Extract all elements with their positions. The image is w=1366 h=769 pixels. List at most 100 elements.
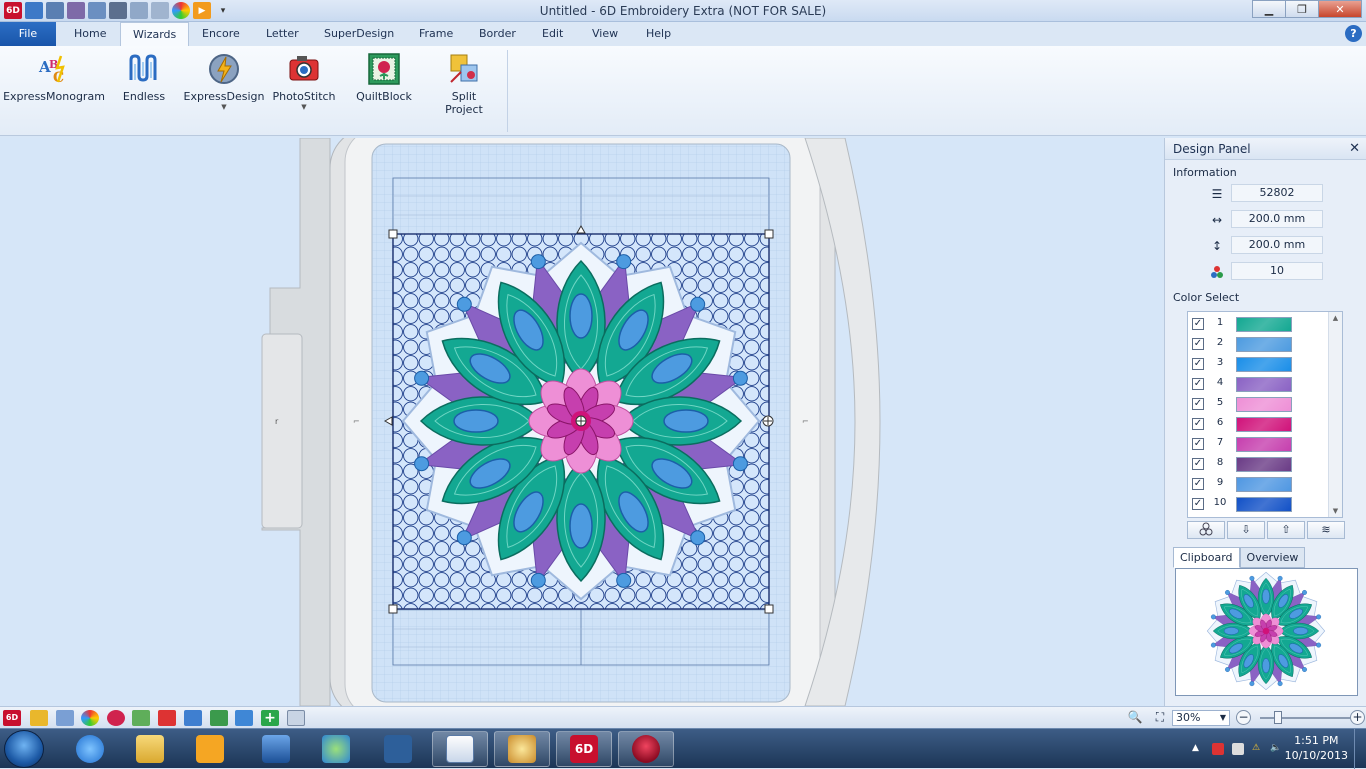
tab-home[interactable]: Home <box>62 22 118 46</box>
restore-button[interactable]: ❐ <box>1285 0 1319 18</box>
zoom-select[interactable]: 30% ▼ <box>1172 710 1230 726</box>
color-checkbox[interactable]: ✓ <box>1192 378 1204 390</box>
app-menu-icon[interactable]: 6D <box>3 710 21 726</box>
color-checkbox[interactable]: ✓ <box>1192 338 1204 350</box>
taskbar-media-player[interactable] <box>182 731 238 767</box>
taskbar-messenger[interactable] <box>308 731 364 767</box>
minimize-button[interactable]: ▁ <box>1252 0 1286 18</box>
design-canvas[interactable]: r ⌐ ⌐ <box>0 138 1162 706</box>
color-row[interactable]: ✓ 2 <box>1188 334 1328 354</box>
add-page-icon[interactable] <box>287 710 305 726</box>
show-desktop-button[interactable] <box>1354 729 1366 769</box>
taskbar-internet-explorer[interactable] <box>62 731 118 767</box>
photostitch-dropdown-icon[interactable]: ▼ <box>301 103 306 111</box>
tab-superdesign[interactable]: SuperDesign <box>312 22 406 46</box>
taskbar-file-explorer[interactable] <box>122 731 178 767</box>
color-row[interactable]: ✓ 8 <box>1188 454 1328 474</box>
color-swatch[interactable] <box>1236 477 1292 492</box>
color-list-scrollbar[interactable]: ▲ ▼ <box>1328 312 1342 517</box>
expressmonogram-button[interactable]: A B C ExpressMonogram <box>3 52 105 103</box>
color-checkbox[interactable]: ✓ <box>1192 438 1204 450</box>
color-swatch[interactable] <box>1236 337 1292 352</box>
zoom-slider-thumb[interactable] <box>1274 711 1282 724</box>
color-swatch[interactable] <box>1236 357 1292 372</box>
move-up-button[interactable]: ⇧ <box>1267 521 1305 539</box>
color-swatch[interactable] <box>1236 317 1292 332</box>
tab-view[interactable]: View <box>580 22 630 46</box>
tray-network-icon[interactable]: ⚠ <box>1252 743 1264 755</box>
tab-file[interactable]: File <box>0 22 56 46</box>
zoom-in-button[interactable]: + <box>1350 710 1365 725</box>
color-swatch[interactable] <box>1236 497 1292 512</box>
color-row[interactable]: ✓ 7 <box>1188 434 1328 454</box>
tab-border[interactable]: Border <box>467 22 528 46</box>
tray-flag-icon[interactable] <box>1212 743 1224 755</box>
taskbar-paint[interactable] <box>494 731 550 767</box>
color-row[interactable]: ✓ 5 <box>1188 394 1328 414</box>
expressdesign-button[interactable]: ExpressDesign ▼ <box>184 52 264 111</box>
color-checkbox[interactable]: ✓ <box>1192 398 1204 410</box>
expressdesign-dropdown-icon[interactable]: ▼ <box>221 103 226 111</box>
tray-volume-icon[interactable]: 🔈 <box>1270 743 1282 755</box>
taskbar-wimax[interactable] <box>248 731 304 767</box>
taskbar-embroidery-rose[interactable] <box>618 731 674 767</box>
tray-device-icon[interactable] <box>1232 743 1244 755</box>
endless-button[interactable]: Endless <box>120 52 168 103</box>
color-row[interactable]: ✓ 3 <box>1188 354 1328 374</box>
photo-tool-icon[interactable] <box>158 710 176 726</box>
tab-help[interactable]: Help <box>634 22 683 46</box>
color-checkbox[interactable]: ✓ <box>1192 458 1204 470</box>
tab-clipboard[interactable]: Clipboard <box>1173 547 1240 568</box>
color-swatch[interactable] <box>1236 397 1292 412</box>
taskbar-network[interactable] <box>370 731 426 767</box>
people-tool-icon[interactable] <box>235 710 253 726</box>
color-checkbox[interactable]: ✓ <box>1192 418 1204 430</box>
rose-tool-icon[interactable] <box>107 710 125 726</box>
design-panel-close-icon[interactable]: ✕ <box>1349 138 1360 160</box>
move-down-button[interactable]: ⇩ <box>1227 521 1265 539</box>
taskbar-word[interactable] <box>432 731 488 767</box>
color-row[interactable]: ✓ 6 <box>1188 414 1328 434</box>
help-icon[interactable]: ? <box>1345 25 1362 42</box>
color-checkbox[interactable]: ✓ <box>1192 478 1204 490</box>
clock[interactable]: 1:51 PM 10/10/2013 <box>1285 733 1348 763</box>
color-swatch[interactable] <box>1236 417 1292 432</box>
monogram-tool-icon[interactable] <box>56 710 74 726</box>
start-button[interactable] <box>4 730 44 768</box>
thread-options-button[interactable]: ≋ <box>1307 521 1345 539</box>
tab-overview[interactable]: Overview <box>1239 547 1306 568</box>
tray-expand-icon[interactable]: ▲ <box>1192 743 1204 755</box>
color-row[interactable]: ✓ 4 <box>1188 374 1328 394</box>
add-icon[interactable]: + <box>261 710 279 726</box>
zoom-hoop-icon[interactable]: ⛶ <box>1151 710 1169 726</box>
quiltblock-button[interactable]: QuiltBlock <box>354 52 414 103</box>
hoop-workspace[interactable]: r ⌐ ⌐ <box>0 138 1162 706</box>
color-row[interactable]: ✓ 1 <box>1188 314 1328 334</box>
tab-encore[interactable]: Encore <box>190 22 252 46</box>
tab-frame[interactable]: Frame <box>407 22 465 46</box>
color-row[interactable]: ✓ 10 <box>1188 494 1328 514</box>
zoom-out-button[interactable]: − <box>1236 710 1251 725</box>
stitch-tool-icon[interactable] <box>132 710 150 726</box>
color-select-list[interactable]: ✓ 1 ✓ 2 ✓ 3 ✓ 4 ✓ 5 ✓ 6 ✓ 7 ✓ 8 ✓ 9 ✓ 10 ▲ ▼ <box>1187 311 1343 518</box>
color-row[interactable]: ✓ 9 <box>1188 474 1328 494</box>
color-swatch[interactable] <box>1236 377 1292 392</box>
quilt-tool-icon[interactable] <box>184 710 202 726</box>
color-swatch[interactable] <box>1236 437 1292 452</box>
tree-tool-icon[interactable] <box>210 710 228 726</box>
tab-wizards[interactable]: Wizards <box>120 22 190 46</box>
color-checkbox[interactable]: ✓ <box>1192 358 1204 370</box>
scroll-down-icon[interactable]: ▼ <box>1329 507 1342 515</box>
tab-edit[interactable]: Edit <box>530 22 575 46</box>
photostitch-button[interactable]: PhotoStitch ▼ <box>272 52 336 111</box>
zoom-to-fit-icon[interactable]: 🔍 <box>1126 710 1144 726</box>
tab-letter[interactable]: Letter <box>254 22 311 46</box>
color-tool-icon[interactable] <box>81 710 99 726</box>
color-swatch[interactable] <box>1236 457 1292 472</box>
color-settings-button[interactable] <box>1187 521 1225 539</box>
close-button[interactable]: ✕ <box>1318 0 1362 18</box>
split-project-button[interactable]: Split Project <box>440 52 488 116</box>
star-icon[interactable] <box>30 710 48 726</box>
color-checkbox[interactable]: ✓ <box>1192 318 1204 330</box>
color-checkbox[interactable]: ✓ <box>1192 498 1204 510</box>
